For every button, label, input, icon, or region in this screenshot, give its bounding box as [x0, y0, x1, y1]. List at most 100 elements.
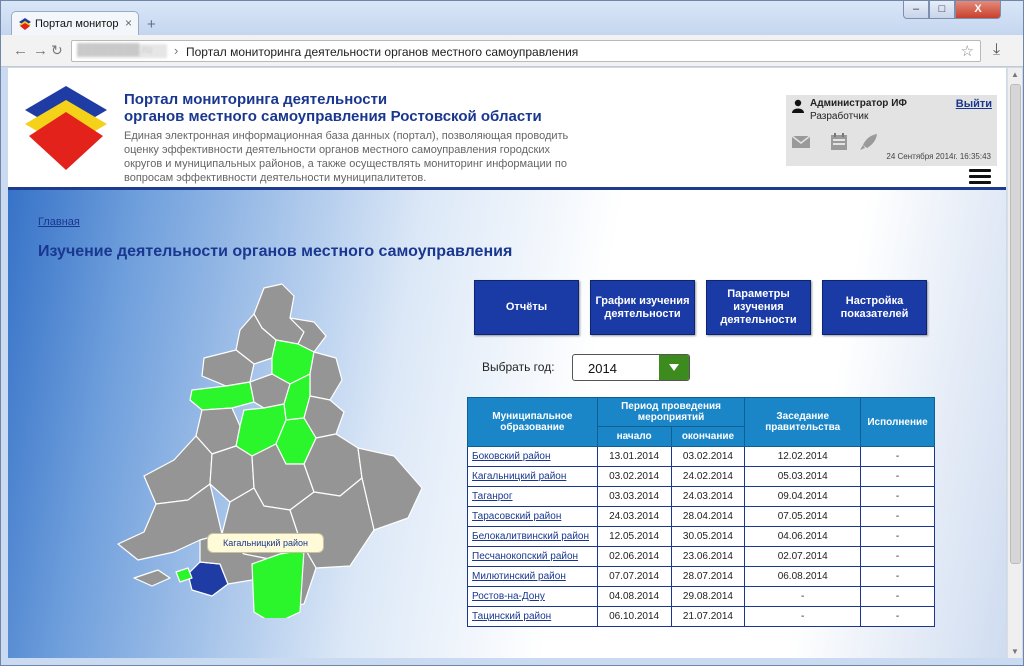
scroll-up-icon[interactable]: ▲ [1011, 70, 1019, 79]
meeting-date: 05.03.2014 [744, 466, 862, 487]
map-tooltip: Кагальницкий район [207, 533, 324, 553]
municipality-link[interactable]: Милютинский район [467, 566, 598, 587]
map-district-taganrog[interactable] [133, 569, 171, 587]
browser-tab[interactable]: Портал мониторинга × [11, 11, 139, 36]
execution-status: - [860, 546, 935, 567]
hamburger-menu-icon[interactable] [969, 169, 991, 185]
meeting-date: 02.07.2014 [744, 546, 862, 567]
browser-toolbar: ← → ↻ ████████.ru › Портал мониторинга д… [1, 35, 1023, 67]
user-icon [792, 99, 804, 113]
scrollbar-thumb[interactable] [1010, 84, 1021, 564]
meeting-date: 12.02.2014 [744, 446, 862, 467]
rocket-icon[interactable] [859, 133, 879, 151]
start-date: 04.08.2014 [596, 586, 672, 607]
end-date: 23.06.2014 [670, 546, 746, 567]
table-row: Песчанокопский район 02.06.2014 23.06.20… [467, 546, 935, 567]
page-title: Изучение деятельности органов местного с… [38, 243, 513, 260]
reload-icon[interactable]: ↻ [51, 42, 63, 59]
end-date: 29.08.2014 [670, 586, 746, 607]
indicator-settings-button[interactable]: Настройка показателей [822, 280, 927, 335]
chevron-down-icon[interactable] [659, 355, 689, 380]
table-row: Тацинский район 06.10.2014 21.07.2014 - … [467, 606, 935, 627]
execution-status: - [860, 526, 935, 547]
portal-title-line2: органов местного самоуправления Ростовск… [124, 108, 542, 125]
tab-close-icon[interactable]: × [125, 16, 132, 30]
scroll-down-icon[interactable]: ▼ [1011, 647, 1019, 656]
municipality-link[interactable]: Песчанокопский район [467, 546, 598, 567]
table-row: Таганрог 03.03.2014 24.03.2014 09.04.201… [467, 486, 935, 507]
municipality-link[interactable]: Кагальницкий район [467, 466, 598, 487]
forward-arrow-icon[interactable]: → [33, 42, 48, 59]
back-arrow-icon[interactable]: ← [13, 42, 28, 59]
download-icon[interactable]: ⤓ [993, 41, 1000, 59]
header-meeting: Заседание правительства [744, 397, 862, 447]
mail-icon[interactable] [791, 133, 811, 151]
year-select[interactable]: 2014 [572, 354, 690, 381]
logout-link[interactable]: Выйти [956, 98, 992, 110]
execution-status: - [860, 606, 935, 627]
end-date: 28.04.2014 [670, 506, 746, 527]
municipality-link[interactable]: Тарасовский район [467, 506, 598, 527]
meeting-date: 06.08.2014 [744, 566, 862, 587]
start-date: 07.07.2014 [596, 566, 672, 587]
header-municipality: Муниципальное образование [467, 397, 598, 447]
maximize-button[interactable]: □ [929, 1, 955, 19]
meeting-date: 04.06.2014 [744, 526, 862, 547]
end-date: 28.07.2014 [670, 566, 746, 587]
table-row: Белокалитвинский район 12.05.2014 30.05.… [467, 526, 935, 547]
start-date: 12.05.2014 [596, 526, 672, 547]
year-label: Выбрать год: [482, 360, 555, 374]
municipality-link[interactable]: Боковский район [467, 446, 598, 467]
execution-status: - [860, 566, 935, 587]
start-date: 06.10.2014 [596, 606, 672, 627]
portal-favicon-icon [19, 18, 31, 30]
execution-status: - [860, 586, 935, 607]
header-start: начало [596, 426, 672, 447]
calendar-icon[interactable] [829, 133, 849, 151]
url-separator: › [174, 43, 179, 58]
user-panel: Администратор ИФ Разработчик Выйти 24 Се… [786, 95, 997, 166]
region-map [117, 283, 423, 618]
table-row: Тарасовский район 24.03.2014 28.04.2014 … [467, 506, 935, 527]
start-date: 02.06.2014 [596, 546, 672, 567]
map-district-east[interactable] [309, 351, 343, 401]
municipality-link[interactable]: Белокалитвинский район [467, 526, 598, 547]
portal-logo-icon [25, 86, 107, 170]
municipality-link[interactable]: Ростов-на-Дону [467, 586, 598, 607]
new-tab-button[interactable]: + [147, 16, 156, 33]
execution-status: - [860, 446, 935, 467]
header-execution: Исполнение [860, 397, 935, 447]
params-button[interactable]: Параметры изучения деятельности [706, 280, 811, 335]
end-date: 21.07.2014 [670, 606, 746, 627]
page-scrollbar[interactable]: ▲ ▼ [1007, 68, 1022, 658]
table-row: Милютинский район 07.07.2014 28.07.2014 … [467, 566, 935, 587]
tab-strip: Портал мониторинга × + – □ X [1, 1, 1023, 36]
start-date: 13.01.2014 [596, 446, 672, 467]
url-page-title: Портал мониторинга деятельности органов … [186, 45, 579, 59]
portal-title-line1: Портал мониторинга деятельности [124, 91, 388, 108]
bookmark-star-icon[interactable]: ☆ [961, 42, 974, 60]
meeting-date: - [744, 586, 862, 607]
execution-status: - [860, 486, 935, 507]
site-header: Портал мониторинга деятельности органов … [8, 68, 1006, 190]
reports-button[interactable]: Отчёты [474, 280, 579, 335]
breadcrumb-home-link[interactable]: Главная [38, 216, 80, 228]
address-bar[interactable]: ████████.ru › Портал мониторинга деятель… [71, 40, 981, 62]
end-date: 24.03.2014 [670, 486, 746, 507]
start-date: 03.02.2014 [596, 466, 672, 487]
municipality-link[interactable]: Таганрог [467, 486, 598, 507]
schedule-button[interactable]: График изучения деятельности [590, 280, 695, 335]
municipality-link[interactable]: Тацинский район [467, 606, 598, 627]
user-name: Администратор ИФ [810, 98, 907, 109]
map-district-highlight-w[interactable] [189, 381, 255, 411]
year-value: 2014 [588, 361, 617, 376]
table-row: Боковский район 13.01.2014 03.02.2014 12… [467, 446, 935, 467]
meeting-date: 07.05.2014 [744, 506, 862, 527]
table-row: Ростов-на-Дону 04.08.2014 29.08.2014 - - [467, 586, 935, 607]
close-window-button[interactable]: X [955, 1, 1001, 19]
header-period: Период проведения мероприятий [596, 397, 746, 427]
start-date: 03.03.2014 [596, 486, 672, 507]
header-end: окончание [670, 426, 746, 447]
minimize-button[interactable]: – [903, 1, 929, 19]
meeting-date: - [744, 606, 862, 627]
